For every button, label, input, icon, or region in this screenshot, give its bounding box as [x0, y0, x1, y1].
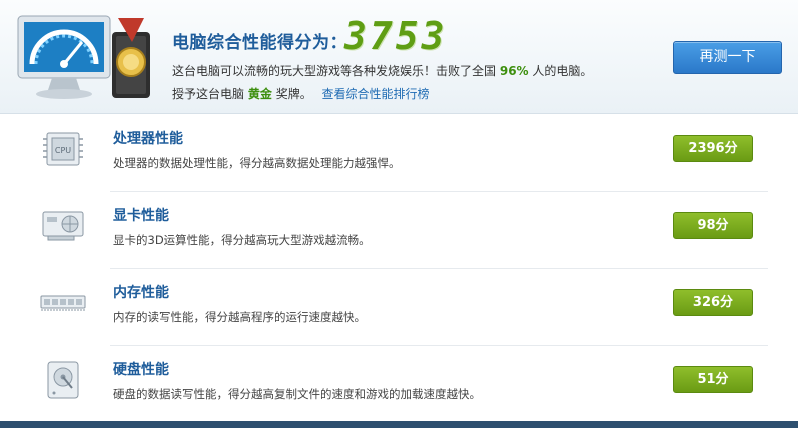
medal-line: 授予这台电脑 黄金 奖牌。 查看综合性能排行榜 [172, 85, 430, 102]
monitor-gauge-medal-icon [17, 15, 150, 99]
graphics-card-icon [42, 211, 84, 241]
cpu-icon: CPU [43, 132, 83, 166]
item-score-badge: 98分 [673, 212, 753, 239]
item-description: 硬盘的数据读写性能，得分越高复制文件的速度和游戏的加载速度越快。 [113, 387, 481, 401]
medal-name: 黄金 [247, 87, 272, 101]
medal-prefix: 授予这台电脑 [172, 87, 245, 101]
item-description: 处理器的数据处理性能，得分越高数据处理能力越强悍。 [113, 156, 401, 170]
description-prefix: 这台电脑可以流畅的玩大型游戏等各种发烧娱乐！击败了全国 [172, 64, 497, 78]
ranking-link[interactable]: 查看综合性能排行榜 [322, 87, 430, 101]
hard-disk-icon [47, 361, 79, 399]
list-item-graphics: 显卡性能 显卡的3D运算性能，得分越高玩大型游戏越流畅。 98分 [0, 192, 798, 269]
memory-icon [40, 295, 86, 311]
bottom-status-bar [0, 421, 798, 428]
score-title: 电脑综合性能得分为： [172, 33, 347, 53]
item-score-badge: 326分 [673, 289, 753, 316]
summary-header: 电脑综合性能得分为： 3753 这台电脑可以流畅的玩大型游戏等各种发烧娱乐！击败… [0, 0, 798, 114]
item-score-badge: 51分 [673, 366, 753, 393]
beat-percent: 96% [499, 64, 529, 78]
item-description: 内存的读写性能，得分越高程序的运行速度越快。 [113, 310, 366, 324]
list-item-memory: 内存性能 内存的读写性能，得分越高程序的运行速度越快。 326分 [0, 269, 798, 346]
item-score-badge: 2396分 [673, 135, 753, 162]
item-title: 显卡性能 [113, 208, 169, 224]
score-description: 这台电脑可以流畅的玩大型游戏等各种发烧娱乐！击败了全国 96% 人的电脑。 [172, 62, 592, 79]
overall-score: 3753 [344, 14, 448, 58]
item-title: 内存性能 [113, 285, 169, 301]
item-title: 硬盘性能 [113, 362, 169, 378]
svg-text:CPU: CPU [55, 146, 71, 155]
item-description: 显卡的3D运算性能，得分越高玩大型游戏越流畅。 [113, 233, 371, 247]
item-title: 处理器性能 [113, 131, 183, 147]
description-suffix: 人的电脑。 [532, 64, 593, 78]
list-item-cpu: CPU 处理器性能 处理器的数据处理性能，得分越高数据处理能力越强悍。 2396… [0, 115, 798, 192]
medal-suffix: 奖牌。 [275, 87, 312, 101]
list-item-disk: 硬盘性能 硬盘的数据读写性能，得分越高复制文件的速度和游戏的加载速度越快。 51… [0, 346, 798, 423]
performance-list: CPU 处理器性能 处理器的数据处理性能，得分越高数据处理能力越强悍。 2396… [0, 115, 798, 423]
retest-button[interactable]: 再测一下 [673, 41, 782, 74]
